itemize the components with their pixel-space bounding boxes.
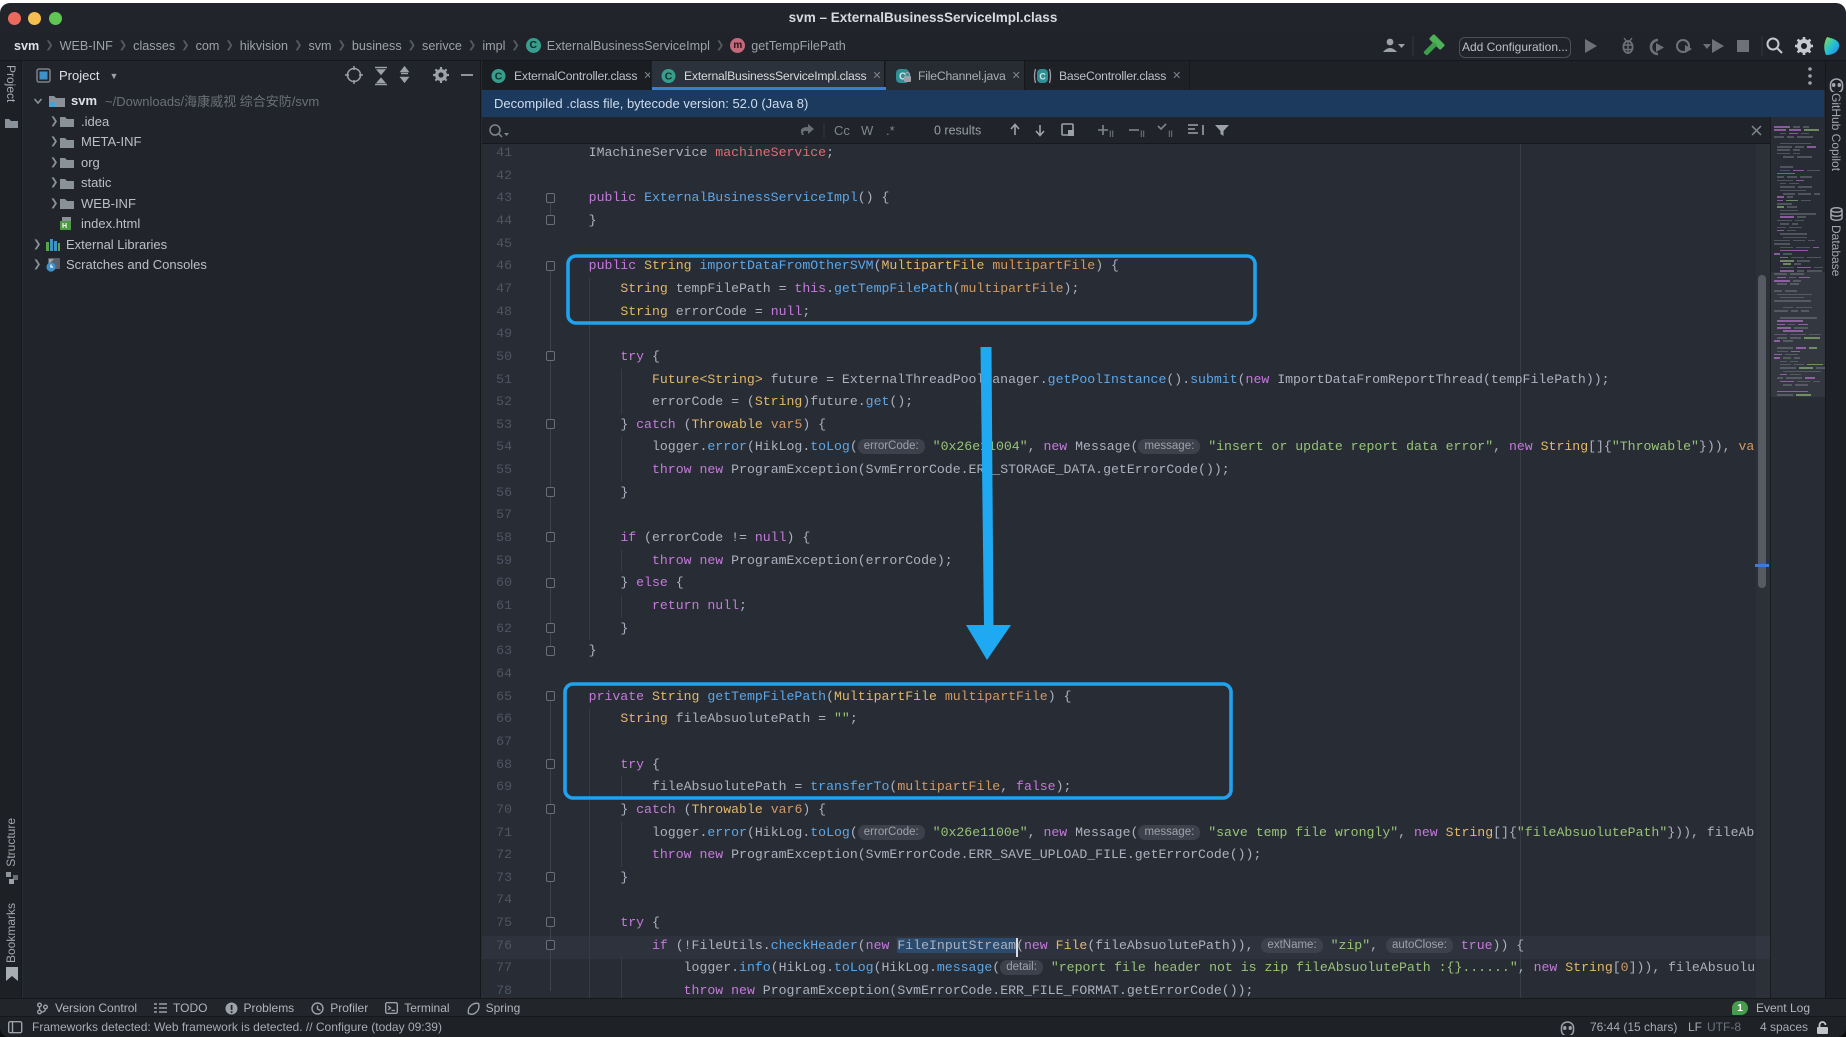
svg-text:C: C <box>1039 71 1046 81</box>
svg-text:C: C <box>665 70 673 82</box>
svg-text:C: C <box>495 70 503 82</box>
svg-text:H: H <box>62 223 67 230</box>
